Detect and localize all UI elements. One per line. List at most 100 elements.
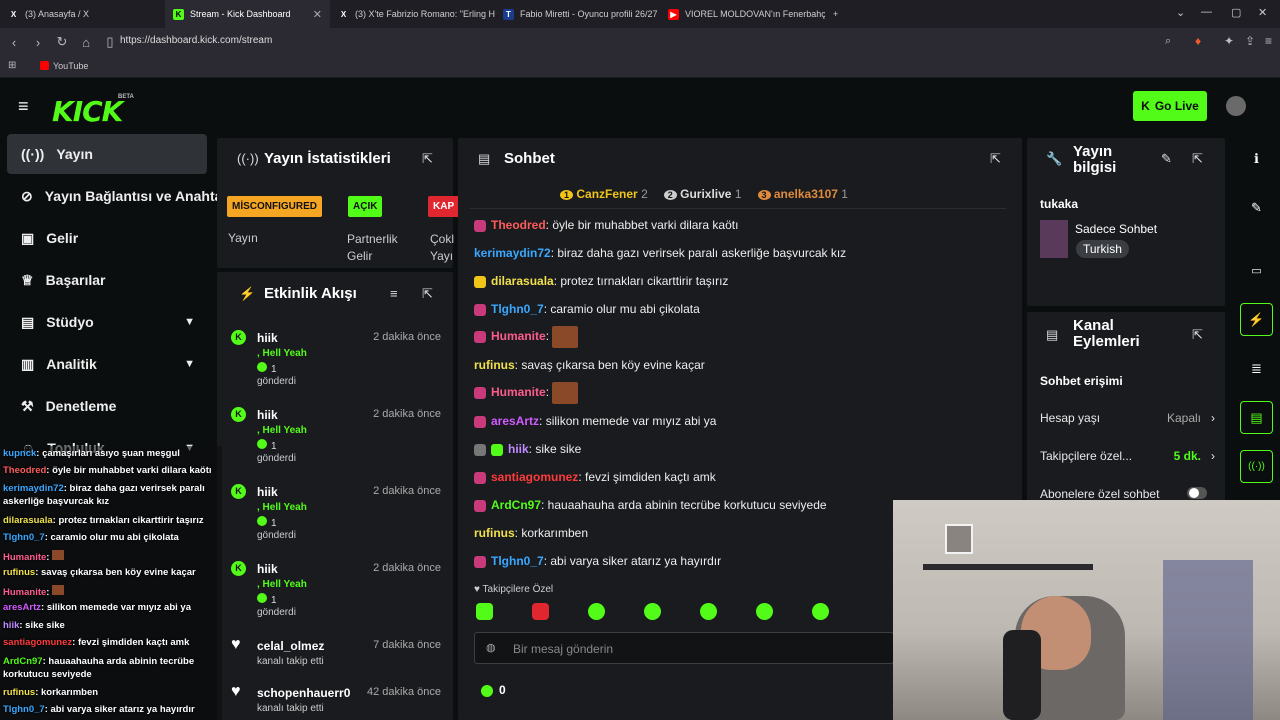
chat-username[interactable]: Humanite (491, 385, 546, 399)
subscriber-only-toggle[interactable] (1187, 487, 1207, 499)
browser-tab[interactable]: T Fabio Miretti - Oyuncu profili 26/27 | (495, 0, 660, 28)
edit-icon[interactable]: ✎ (1161, 151, 1172, 167)
sidebar-item-studyo[interactable]: ▤ Stüdyo ▼ (7, 302, 207, 342)
event-count: 1 (257, 362, 277, 375)
chat-username[interactable]: kerimaydin72 (474, 246, 551, 260)
emote-button[interactable] (644, 603, 661, 620)
kick-icon: K (1141, 99, 1150, 113)
menu-icon[interactable]: ≡ (1265, 34, 1272, 48)
reload-icon[interactable]: ↻ (52, 34, 72, 50)
kick-icon: K (173, 8, 184, 20)
emote-button[interactable] (476, 603, 493, 620)
emote-button[interactable] (532, 603, 549, 620)
chat-input[interactable]: ◍ Bir mesaj gönderin (474, 632, 894, 664)
sidebar-item-yayin[interactable]: ((·)) Yayın (7, 134, 207, 174)
browser-tab[interactable]: X (3) Anasayfa / X (0, 0, 165, 28)
edit-icon[interactable]: ✎ (1240, 191, 1273, 224)
chat-message: Humanite: (474, 382, 579, 404)
minimize-icon[interactable]: — (1201, 6, 1212, 18)
bookmark-youtube[interactable]: YouTube (53, 61, 88, 71)
tab-list-icon[interactable]: ⌄ (1176, 6, 1185, 19)
bookmark-icon[interactable]: ▯ (100, 34, 120, 50)
extensions-icon[interactable]: ✦ (1224, 34, 1234, 48)
panel-title: Yayın İstatistikleri (264, 150, 391, 167)
emoji-icon[interactable]: ◍ (486, 641, 496, 654)
category-name[interactable]: Sadece Sohbet (1075, 222, 1157, 236)
chat-username[interactable]: aresArtz (491, 414, 539, 428)
sidebar-item-basarilar[interactable]: ♕ Başarılar (7, 260, 207, 300)
browser-tab[interactable]: X (3) X'te Fabrizio Romano: "Erling Haa (330, 0, 495, 28)
x-logo-icon: X (10, 9, 17, 19)
brave-shield-icon[interactable]: ♦ (1195, 34, 1201, 48)
back-icon[interactable]: ‹ (4, 35, 24, 50)
forward-icon[interactable]: › (28, 35, 48, 50)
event-user[interactable]: schopenhauerr0 (257, 686, 350, 700)
hamburger-menu-icon[interactable]: ≡ (18, 96, 29, 117)
sidebar-item-gelir[interactable]: ▣ Gelir (7, 218, 207, 258)
setting-row[interactable]: Takipçilere özel... 5 dk. › (1040, 449, 1215, 463)
event-user[interactable]: hiik (257, 331, 278, 345)
zoom-icon[interactable]: ⌕ (1165, 35, 1171, 48)
chat-username[interactable]: dilarasuala (491, 274, 554, 288)
chat-icon[interactable]: ▤ (1240, 401, 1273, 434)
setting-row[interactable]: Hesap yaşı Kapalı › (1040, 411, 1215, 425)
kick-logo[interactable]: KICK (52, 95, 123, 128)
popout-icon[interactable]: ⇱ (422, 286, 433, 302)
studio-icon: ▤ (21, 313, 35, 330)
chat-username[interactable]: rufinus (474, 526, 515, 540)
maximize-icon[interactable]: ▢ (1231, 6, 1241, 19)
chat-username[interactable]: Tlghn0_7 (491, 302, 544, 316)
go-live-button[interactable]: K Go Live (1133, 91, 1207, 121)
list-icon[interactable]: ≣ (1240, 352, 1273, 385)
home-icon[interactable]: ⌂ (76, 35, 96, 50)
close-window-icon[interactable]: ✕ (1258, 6, 1267, 19)
chat-message: kerimaydin72: biraz daha gazı verirsek p… (474, 246, 847, 260)
language-tag[interactable]: Turkish (1076, 240, 1129, 258)
chat-username[interactable]: Humanite (491, 329, 546, 343)
new-tab-button[interactable]: + (825, 0, 855, 28)
filter-icon[interactable]: ≡ (390, 286, 398, 301)
chat-username[interactable]: rufinus (474, 358, 515, 372)
chat-username[interactable]: Tlghn0_7 (491, 554, 544, 568)
chat-username[interactable]: ArdCn97 (491, 498, 541, 512)
leaderboard-item[interactable]: 3 anelka3107 1 (757, 187, 848, 201)
emote-button[interactable] (812, 603, 829, 620)
apps-grid-icon[interactable]: ⊞ (8, 60, 16, 71)
video-icon[interactable]: ▭ (1240, 254, 1273, 287)
leaderboard-item[interactable]: 2 Gurixlive 1 (663, 187, 742, 201)
event-user[interactable]: hiik (257, 485, 278, 499)
sidebar-item-denetleme[interactable]: ⚒ Denetleme (7, 386, 207, 426)
sub-badge-icon (474, 415, 486, 428)
emote-button[interactable] (588, 603, 605, 620)
broadcast-icon[interactable]: ((·)) (1240, 450, 1273, 483)
info-icon[interactable]: ℹ (1240, 142, 1273, 175)
emote-button[interactable] (756, 603, 773, 620)
emote-button[interactable] (700, 603, 717, 620)
heart-icon: ♥ (231, 683, 241, 700)
overlay-chat-line: Tlghn0_7: caramio olur mu abi çikolata (3, 532, 179, 543)
browser-tab[interactable]: ▶ VIOREL MOLDOVAN'ın Fenerbahçe'd (660, 0, 825, 28)
chat-username[interactable]: santiagomunez (491, 470, 578, 484)
share-icon[interactable]: ⇪ (1245, 34, 1255, 48)
kicks-balance[interactable]: 0 (481, 683, 506, 697)
event-user[interactable]: hiik (257, 562, 278, 576)
popout-icon[interactable]: ⇱ (422, 151, 433, 167)
sub-badge-icon (474, 331, 486, 343)
browser-tab-active[interactable]: K Stream - Kick Dashboard ✕ (165, 0, 330, 28)
event-user[interactable]: hiik (257, 408, 278, 422)
event-user[interactable]: celal_olmez (257, 639, 324, 653)
sidebar-item-stream-key[interactable]: ⊘ Yayın Bağlantısı ve Anahtar (7, 176, 228, 216)
chat-username[interactable]: Theodred (491, 218, 546, 232)
avatar[interactable] (1226, 96, 1246, 116)
sidebar-item-analitik[interactable]: ▥ Analitik ▼ (7, 344, 207, 384)
close-tab-icon[interactable]: ✕ (313, 8, 322, 21)
popout-icon[interactable]: ⇱ (1192, 327, 1203, 343)
lightning-icon[interactable]: ⚡ (1240, 303, 1273, 336)
stat-label: Partnerlik Gelir (347, 232, 398, 263)
leaderboard-item[interactable]: 1 CanzFener 2 (560, 187, 648, 201)
popout-icon[interactable]: ⇱ (1192, 151, 1203, 167)
overlay-chat-line: aresArtz: silikon memede var mıyız abi y… (3, 602, 191, 613)
chat-username[interactable]: hiik (508, 442, 529, 456)
popout-icon[interactable]: ⇱ (990, 151, 1001, 167)
url-field[interactable]: https://dashboard.kick.com/stream (120, 35, 272, 46)
